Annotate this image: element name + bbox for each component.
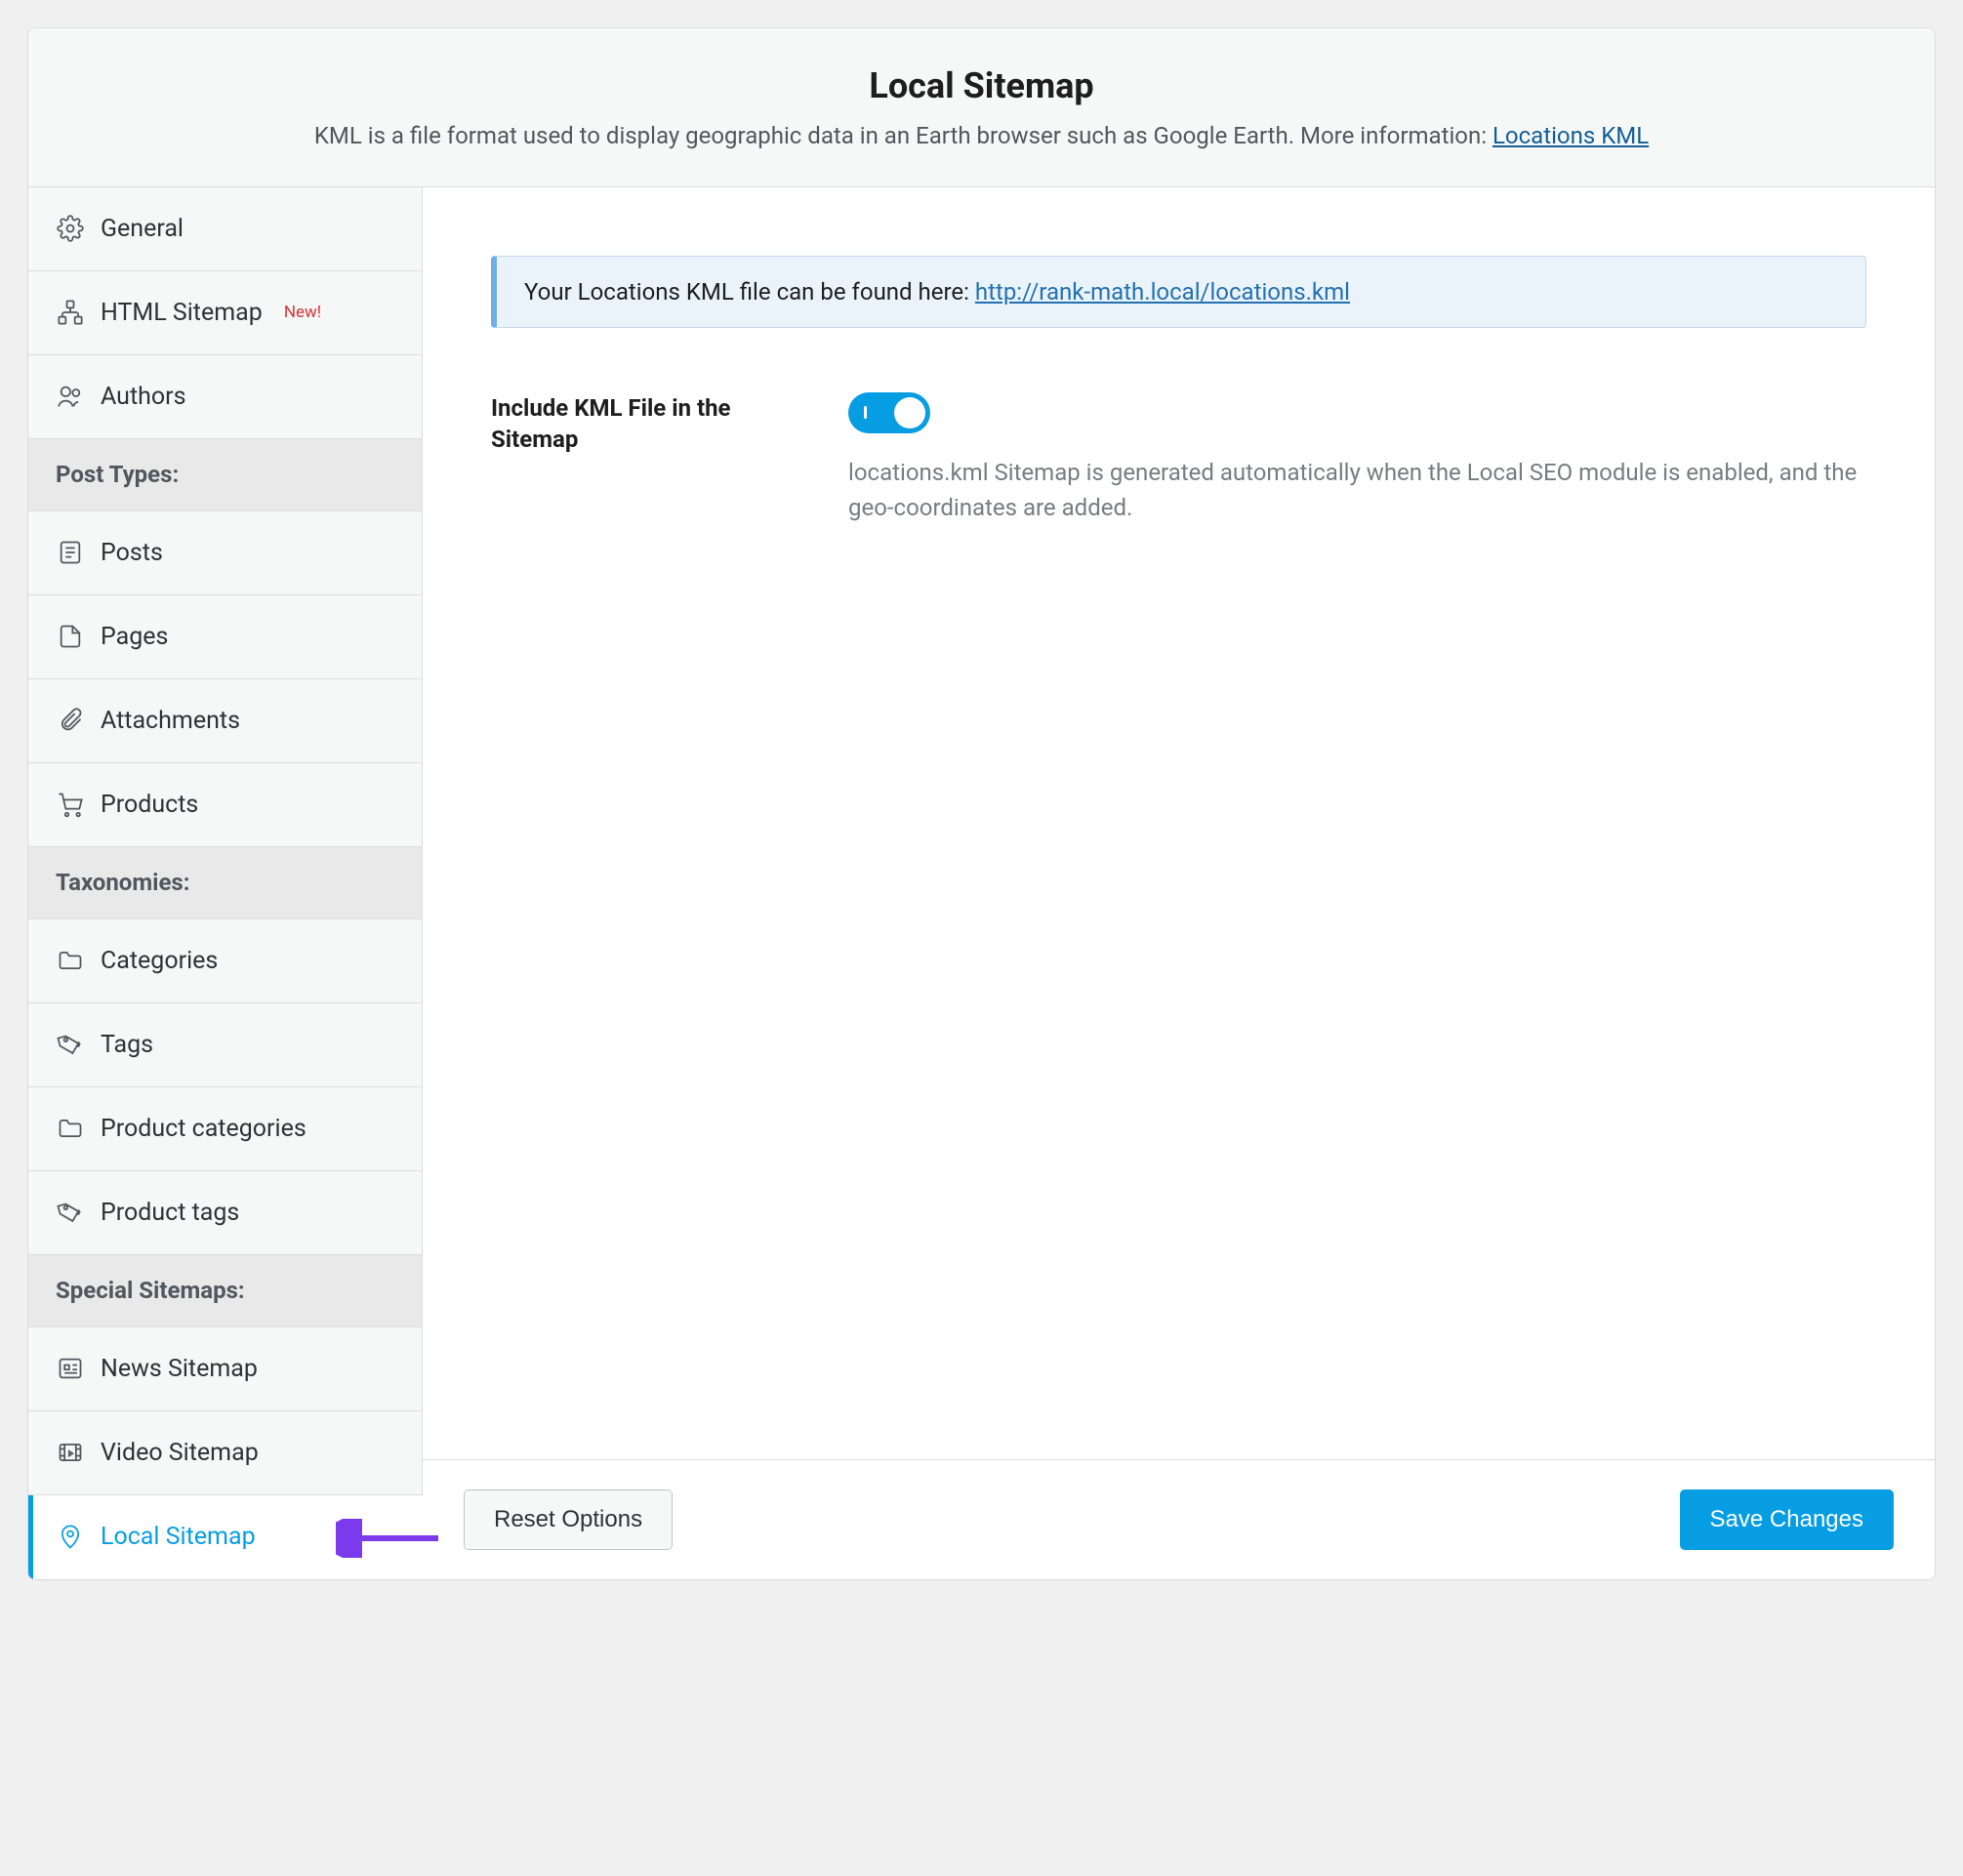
sidebar-item-html-sitemap[interactable]: HTML Sitemap New! [28,271,422,355]
setting-control: locations.kml Sitemap is generated autom… [848,392,1866,525]
sidebar-item-news-sitemap[interactable]: News Sitemap [28,1327,422,1411]
panel-header: Local Sitemap KML is a file format used … [28,28,1935,187]
sidebar-item-product-tags[interactable]: Product tags [28,1171,422,1255]
sidebar-item-video-sitemap[interactable]: Video Sitemap [28,1411,422,1495]
sidebar-item-categories[interactable]: Categories [28,919,422,1003]
folder-icon [56,1114,85,1143]
sidebar-item-label: Product categories [101,1115,307,1143]
sidebar-item-tags[interactable]: Tags [28,1003,422,1087]
kml-location-notice: Your Locations KML file can be found her… [491,256,1866,328]
sidebar-item-label: Categories [101,947,218,975]
news-icon [56,1354,85,1383]
sidebar-item-local-sitemap[interactable]: Local Sitemap [28,1495,423,1579]
sidebar-item-label: Attachments [101,707,240,735]
sidebar-section-taxonomies: Taxonomies: [28,847,422,919]
include-kml-toggle[interactable] [848,392,930,433]
panel-footer: Reset Options Save Changes [423,1459,1935,1579]
setting-include-kml: Include KML File in the Sitemap location… [491,392,1866,525]
setting-description: locations.kml Sitemap is generated autom… [848,455,1866,525]
sidebar-item-label: Product tags [101,1199,239,1227]
page-description: KML is a file format used to display geo… [67,120,1896,153]
sidebar-item-pages[interactable]: Pages [28,595,422,679]
sidebar-item-products[interactable]: Products [28,763,422,847]
gear-icon [56,214,85,243]
save-changes-button[interactable]: Save Changes [1680,1489,1894,1550]
folder-icon [56,946,85,975]
cart-icon [56,790,85,819]
sidebar-section-special: Special Sitemaps: [28,1255,422,1327]
settings-sidebar: General HTML Sitemap New! Authors Post T… [28,187,423,1579]
settings-panel: Local Sitemap KML is a file format used … [27,27,1936,1580]
sidebar-item-label: Local Sitemap [101,1523,256,1551]
video-icon [56,1438,85,1467]
sidebar-item-label: Posts [101,539,163,567]
sidebar-item-label: News Sitemap [101,1355,258,1383]
attachment-icon [56,706,85,735]
locations-kml-link[interactable]: Locations KML [1493,122,1649,149]
sidebar-item-label: Video Sitemap [101,1439,259,1467]
sidebar-item-product-categories[interactable]: Product categories [28,1087,422,1171]
sidebar-item-label: Products [101,791,198,819]
page-icon [56,622,85,651]
content-area: Your Locations KML file can be found her… [423,187,1935,1579]
sidebar-item-label: General [101,215,184,243]
sidebar-item-label: Tags [101,1031,153,1059]
panel-body: General HTML Sitemap New! Authors Post T… [28,187,1935,1579]
reset-options-button[interactable]: Reset Options [464,1489,673,1550]
post-icon [56,538,85,567]
location-pin-icon [56,1523,85,1552]
kml-file-link[interactable]: http://rank-math.local/locations.kml [975,278,1350,306]
tag-icon [56,1198,85,1227]
page-title: Local Sitemap [67,65,1896,106]
sidebar-item-label: Pages [101,623,168,651]
sidebar-item-posts[interactable]: Posts [28,511,422,595]
setting-label: Include KML File in the Sitemap [491,392,813,525]
content-inner: Your Locations KML file can be found her… [423,187,1935,1459]
sidebar-item-label: Authors [101,383,186,411]
sidebar-item-attachments[interactable]: Attachments [28,679,422,763]
tag-icon [56,1030,85,1059]
sidebar-item-general[interactable]: General [28,187,422,271]
sidebar-section-post-types: Post Types: [28,439,422,511]
sidebar-item-label: HTML Sitemap [101,299,263,327]
sitemap-icon [56,298,85,327]
new-badge: New! [284,303,321,322]
sidebar-item-authors[interactable]: Authors [28,355,422,439]
users-icon [56,382,85,411]
